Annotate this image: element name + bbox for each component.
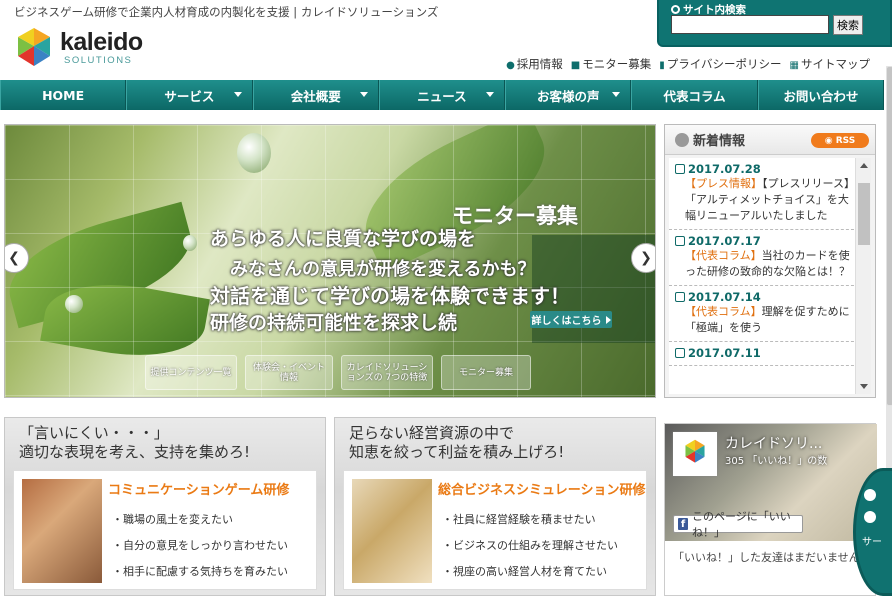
search-icon bbox=[671, 5, 680, 14]
slider-thumb-monitor[interactable]: モニター募集 bbox=[441, 355, 531, 390]
slider-text-line: あらゆる人に良質な学びの場を bbox=[210, 228, 477, 250]
news-scrollbar[interactable] bbox=[855, 158, 871, 394]
promo-card[interactable]: コミュニケーションゲーム研修 職場の風土を変えたい 自分の意見をしっかり言わせた… bbox=[13, 470, 317, 590]
promo-bullet-list: 職場の風土を変えたい 自分の意見をしっかり言わせたい 相手に配慮する気持ちを育み… bbox=[112, 507, 288, 585]
main-nav: HOME サービス 会社概要 ニュース お客様の声 代表コラム お問い合わせ bbox=[0, 80, 884, 110]
nav-voices[interactable]: お客様の声 bbox=[505, 80, 632, 110]
sitemap-link[interactable]: ▦ サイトマップ bbox=[790, 56, 870, 72]
monitor-link[interactable]: ■ モニター募集 bbox=[571, 56, 651, 72]
news-item[interactable]: 2017.07.14 【代表コラム】理解を促すために「極端」を使う bbox=[669, 286, 859, 342]
recruit-link[interactable]: ● 採用情報 bbox=[506, 56, 563, 72]
facebook-page-name[interactable]: カレイドソリ... bbox=[725, 433, 822, 453]
news-item[interactable]: 2017.07.17 【代表コラム】当社のカードを使った研修の致命的な欠陥とは！… bbox=[669, 230, 859, 286]
site-tagline: ビジネスゲーム研修で企業内人材育成の内製化を支援 | カレイドソリューションズ bbox=[14, 5, 439, 19]
search-input[interactable] bbox=[671, 15, 829, 34]
search-button[interactable]: 検索 bbox=[833, 15, 863, 35]
news-bubble-icon bbox=[675, 132, 689, 147]
promo-bullet: 相手に配慮する気持ちを育みたい bbox=[112, 559, 288, 585]
news-panel: 新着情報 ◉ RSS 2017.07.28 【プレス情報】【プレスリリース】「ア… bbox=[664, 124, 876, 398]
sitemap-icon: ▦ bbox=[789, 60, 799, 71]
widget-dot-icon bbox=[864, 489, 876, 501]
slider-thumbnails: 提供コンテンツ一覧 体験会・イベント情報 カレイドソリューションズの 7つの特徴… bbox=[145, 355, 531, 390]
promo-title[interactable]: コミュニケーションゲーム研修 bbox=[108, 479, 289, 498]
facebook-like-button[interactable]: f このページに「いいね！」 bbox=[673, 510, 803, 539]
facebook-widget: カレイドソリ... 305 「いいね！」の数 f このページに「いいね！」 「いい… bbox=[664, 423, 877, 596]
logo-subtitle: SOLUTIONS bbox=[64, 55, 133, 66]
arrow-box-icon bbox=[675, 292, 685, 302]
promo-cards-photo bbox=[22, 479, 102, 583]
slider-thumb-events[interactable]: 体験会・イベント情報 bbox=[245, 355, 333, 390]
side-widget-label: サー bbox=[862, 537, 882, 548]
scroll-down-icon[interactable] bbox=[860, 384, 868, 389]
page-scrollbar-thumb[interactable] bbox=[886, 66, 892, 406]
news-list[interactable]: 2017.07.28 【プレス情報】【プレスリリース】「アルティメットチョイス」… bbox=[669, 158, 859, 394]
slider-text-line: みなさんの意見が研修を変えるかも？ bbox=[230, 259, 536, 280]
dropdown-arrow-icon bbox=[359, 92, 368, 97]
dropdown-arrow-icon bbox=[486, 92, 495, 97]
facebook-like-count: 305 「いいね！」の数 bbox=[725, 456, 828, 467]
promo-bullet: 自分の意見をしっかり言わせたい bbox=[112, 533, 288, 559]
rss-icon: ◉ bbox=[824, 135, 836, 146]
nav-home[interactable]: HOME bbox=[0, 80, 127, 110]
promo-communication-game[interactable]: 「言いにくい・・・」 適切な表現を考え、支持を集めろ! コミュニケーションゲーム… bbox=[4, 417, 326, 596]
slider-text-line: 対話を通じて学びの場を体験できます！ bbox=[210, 284, 570, 308]
nav-news[interactable]: ニュース bbox=[378, 80, 506, 110]
news-scrollbar-thumb[interactable] bbox=[858, 183, 870, 245]
logo-mark-icon bbox=[18, 28, 50, 66]
person-icon: ● bbox=[506, 60, 515, 71]
nav-services[interactable]: サービス bbox=[126, 80, 253, 110]
promo-board-photo bbox=[352, 479, 432, 583]
nav-column[interactable]: 代表コラム bbox=[631, 80, 758, 110]
promo-heading: 足らない経営資源の中で 知恵を絞って利益を積み上げろ! bbox=[349, 424, 565, 461]
lock-icon: ▮ bbox=[659, 60, 665, 71]
promo-title[interactable]: 総合ビジネスシミュレーション研修 bbox=[438, 479, 645, 498]
promo-business-simulation[interactable]: 足らない経営資源の中で 知恵を絞って利益を積み上げろ! 総合ビジネスシミュレーシ… bbox=[334, 417, 656, 596]
slider-thumb-features[interactable]: カレイドソリューションズの 7つの特徴 bbox=[341, 355, 433, 390]
slider-more-button[interactable]: 詳しくはこちら bbox=[530, 311, 612, 328]
promo-card[interactable]: 総合ビジネスシミュレーション研修 社員に経営経験を積ませたい ビジネスの仕組みを… bbox=[343, 470, 647, 590]
rss-button[interactable]: ◉ RSS bbox=[811, 133, 869, 148]
logo-mark-icon bbox=[685, 439, 705, 463]
news-item[interactable]: 2017.07.28 【プレス情報】【プレスリリース】「アルティメットチョイス」… bbox=[669, 158, 859, 230]
logo-word: kaleido bbox=[60, 28, 143, 56]
promo-bullet: ビジネスの仕組みを理解させたい bbox=[442, 533, 618, 559]
privacy-link[interactable]: ▮ プライバシーポリシー bbox=[659, 56, 781, 72]
arrow-box-icon bbox=[675, 164, 685, 174]
promo-bullet: 社員に経営経験を積ませたい bbox=[442, 507, 618, 533]
promo-bullet: 視座の高い経営人材を育てたい bbox=[442, 559, 618, 585]
chat-icon: ■ bbox=[570, 60, 581, 71]
dropdown-arrow-icon bbox=[233, 92, 242, 97]
facebook-friends-text: 「いいね！」した友達はまだいません bbox=[673, 551, 860, 564]
arrow-box-icon bbox=[675, 236, 685, 246]
slider-thumb-contents[interactable]: 提供コンテンツ一覧 bbox=[145, 355, 237, 390]
site-logo[interactable]: kaleido SOLUTIONS bbox=[14, 26, 149, 70]
promo-bullet: 職場の風土を変えたい bbox=[112, 507, 288, 533]
utility-links: ● 採用情報 ■ モニター募集 ▮ プライバシーポリシー ▦ サイトマップ bbox=[506, 56, 870, 72]
site-search-panel: サイト内検索 検索 bbox=[657, 0, 892, 47]
scroll-up-icon[interactable] bbox=[860, 163, 868, 168]
slider-text-line: 研修の持続可能性を探求し続 bbox=[210, 312, 458, 334]
nav-company[interactable]: 会社概要 bbox=[252, 80, 379, 110]
news-item[interactable]: 2017.07.11 bbox=[669, 342, 859, 366]
arrow-box-icon bbox=[675, 348, 685, 358]
facebook-icon: f bbox=[678, 518, 689, 530]
widget-dot-icon bbox=[864, 511, 876, 523]
promo-heading: 「言いにくい・・・」 適切な表現を考え、支持を集めろ! bbox=[19, 424, 251, 461]
facebook-page-logo[interactable] bbox=[673, 432, 717, 476]
nav-contact[interactable]: お問い合わせ bbox=[757, 80, 884, 110]
slider-next-arrow-icon[interactable]: ❯ bbox=[631, 243, 655, 273]
dropdown-arrow-icon bbox=[612, 92, 621, 97]
hero-slider[interactable]: モニター募集 あらゆる人に良質な学びの場を みなさんの意見が研修を変えるかも？ … bbox=[4, 124, 656, 398]
promo-bullet-list: 社員に経営経験を積ませたい ビジネスの仕組みを理解させたい 視座の高い経営人材を… bbox=[442, 507, 618, 585]
